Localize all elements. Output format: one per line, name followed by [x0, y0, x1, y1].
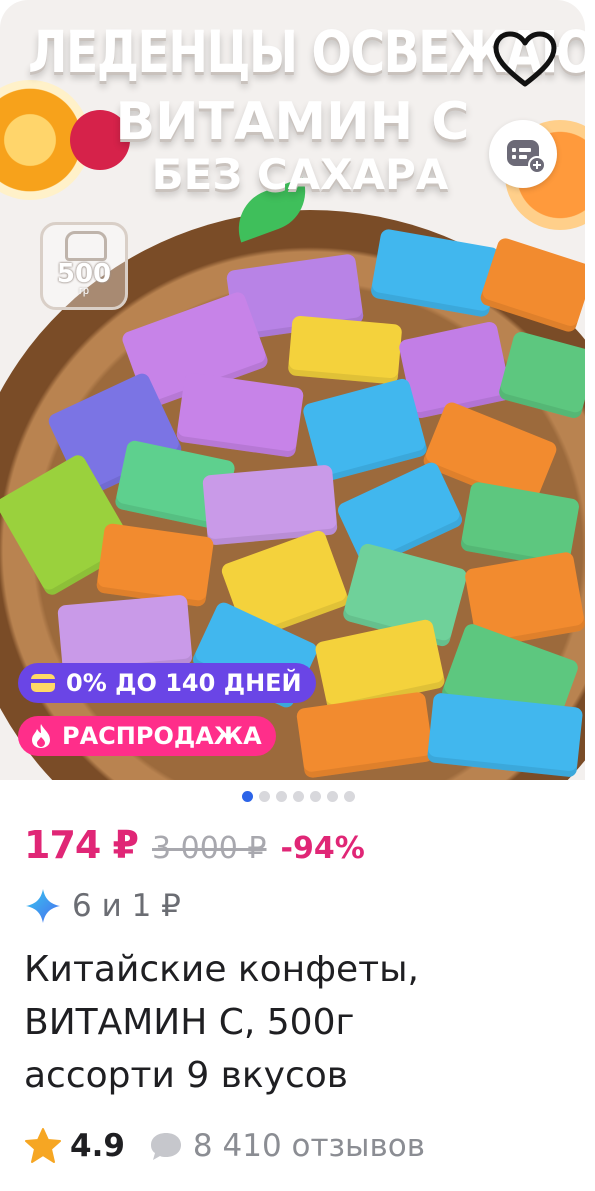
price-row: 174 ₽ 3 000 ₽ -94%: [24, 823, 365, 873]
product-title-line2: ВИТАМИН С, 500г: [24, 1002, 355, 1043]
product-card[interactable]: ЛЕДЕНЦЫ ОСВЕЖАЮЩИЕ ВИТАМИН С БЕЗ САХАРА …: [0, 0, 595, 1191]
carousel-dot[interactable]: [344, 791, 355, 802]
product-image[interactable]: ЛЕДЕНЦЫ ОСВЕЖАЮЩИЕ ВИТАМИН С БЕЗ САХАРА …: [0, 0, 585, 780]
rating-row[interactable]: 4.9 8 410 отзывов: [24, 1124, 425, 1168]
carousel-dot[interactable]: [259, 791, 270, 802]
flame-icon: [30, 723, 52, 749]
carousel-indicator[interactable]: [242, 791, 355, 803]
product-title[interactable]: Китайские конфеты, ВИТАМИН С, 500г ассор…: [24, 943, 564, 1102]
reviews-count: 8 410 отзывов: [192, 1128, 426, 1164]
bonus-row: 6 и 1 ₽: [24, 884, 181, 928]
candy-wrapper: [287, 315, 403, 385]
sparkle-icon: [24, 887, 62, 925]
speech-bubble-icon: [149, 1130, 183, 1162]
carousel-dot[interactable]: [242, 791, 253, 802]
candy-wrapper: [497, 330, 585, 420]
installment-text: 0% ДО 140 ДНЕЙ: [66, 669, 302, 697]
product-title-line3: ассорти 9 вкусов: [24, 1055, 348, 1096]
weight-unit: гр: [78, 285, 90, 297]
installment-badge[interactable]: 0% ДО 140 ДНЕЙ: [18, 663, 316, 703]
carousel-dot[interactable]: [310, 791, 321, 802]
image-headline-line1: ЛЕДЕНЦЫ ОСВЕЖАЮЩИЕ: [28, 18, 585, 86]
weight-badge: 500 гр: [40, 222, 128, 310]
candy-wrapper: [295, 691, 435, 779]
old-price: 3 000 ₽: [152, 831, 267, 866]
candy-wrapper: [175, 371, 305, 459]
discount-label: -94%: [280, 831, 365, 866]
current-price: 174 ₽: [24, 823, 139, 867]
carousel-dot[interactable]: [327, 791, 338, 802]
carousel-dot[interactable]: [276, 791, 287, 802]
carousel-dot[interactable]: [293, 791, 304, 802]
candy-wrapper: [426, 692, 584, 778]
compare-list-icon: [507, 140, 546, 174]
compare-button[interactable]: [489, 120, 557, 188]
sale-text: РАСПРОДАЖА: [62, 722, 262, 750]
candy-wrapper: [478, 236, 585, 334]
candy-wrapper: [369, 228, 501, 318]
rating-value: 4.9: [70, 1128, 125, 1164]
card-icon: [30, 673, 56, 693]
product-title-line1: Китайские конфеты,: [24, 949, 419, 990]
scale-icon: [65, 231, 107, 261]
bonus-text: 6 и 1 ₽: [72, 888, 181, 924]
candy-wrapper: [95, 522, 215, 608]
image-headline-line3: БЕЗ САХАРА: [151, 150, 449, 199]
heart-icon: [493, 31, 557, 87]
star-icon: [24, 1128, 62, 1164]
favorite-button[interactable]: [492, 30, 558, 90]
sale-badge[interactable]: РАСПРОДАЖА: [18, 716, 276, 756]
